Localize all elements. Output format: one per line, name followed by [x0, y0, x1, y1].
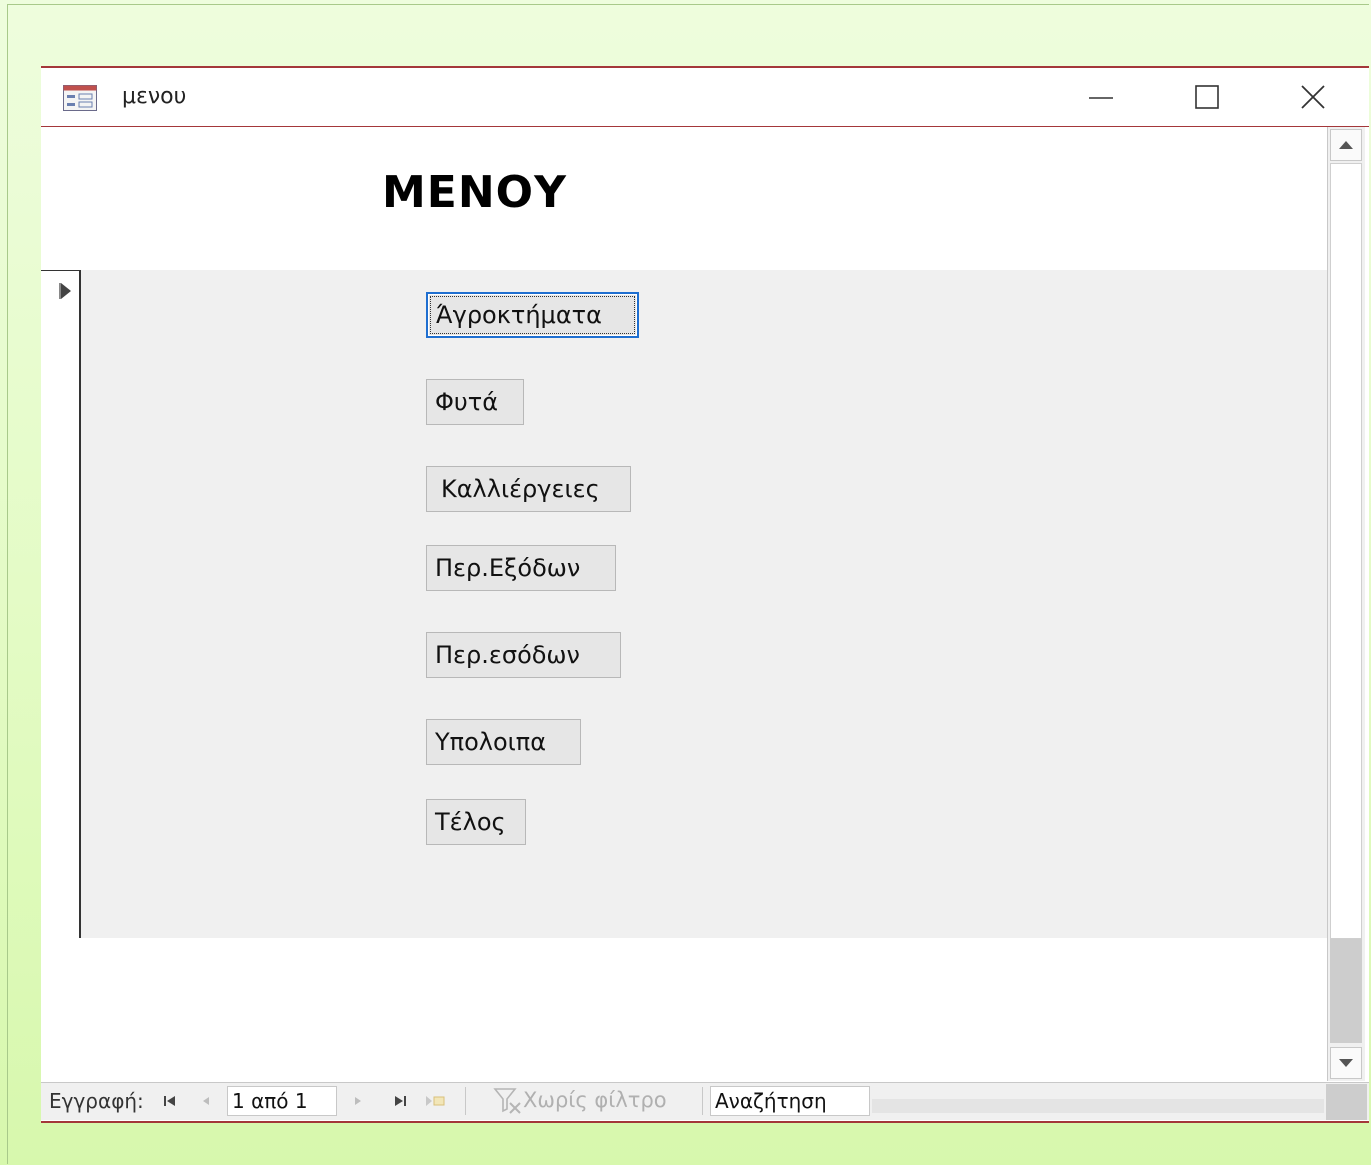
- form-title: ΜΕΝΟΥ: [382, 167, 567, 218]
- current-record-arrow-icon: [61, 283, 71, 299]
- scroll-track-lower[interactable]: [1330, 939, 1362, 1043]
- new-record-button[interactable]: [421, 1087, 451, 1115]
- form-icon: [63, 85, 97, 111]
- record-navigation-bar: Εγγραφή: 1 από 1 Χωρίς φίλτρο Αναζήτηση: [41, 1082, 1369, 1120]
- scroll-down-button[interactable]: [1330, 1047, 1362, 1079]
- minimize-icon: [1089, 97, 1113, 99]
- detail-section: Άγροκτήματα Φυτά Καλλιέργειες Περ.Εξόδων…: [81, 270, 1327, 938]
- close-icon: [1301, 85, 1325, 109]
- scroll-up-icon: [1339, 141, 1353, 149]
- first-record-icon: [164, 1096, 175, 1106]
- previous-record-button[interactable]: [195, 1087, 217, 1115]
- title-bar[interactable]: μενου: [41, 68, 1369, 127]
- button-telos[interactable]: Τέλος: [426, 799, 526, 845]
- maximize-icon: [1195, 85, 1219, 109]
- nav-separator: [465, 1087, 466, 1115]
- no-filter-icon: [493, 1088, 521, 1114]
- button-per-exodon[interactable]: Περ.Εξόδων: [426, 545, 616, 591]
- record-selector[interactable]: [41, 270, 81, 938]
- vertical-scrollbar[interactable]: [1327, 127, 1365, 1081]
- filter-toggle[interactable]: Χωρίς φίλτρο: [493, 1085, 667, 1115]
- first-record-button[interactable]: [159, 1087, 181, 1115]
- form-content: ΜΕΝΟΥ Άγροκτήματα Φυτά Καλλιέργειες Περ.…: [41, 127, 1327, 1081]
- maximize-button[interactable]: [1181, 76, 1233, 118]
- nav-separator: [702, 1087, 703, 1115]
- search-input[interactable]: [710, 1086, 870, 1116]
- next-record-button[interactable]: [347, 1087, 369, 1115]
- last-record-icon: [395, 1096, 406, 1106]
- filter-label: Χωρίς φίλτρο: [523, 1088, 667, 1112]
- window-title: μενου: [122, 84, 187, 109]
- previous-record-icon: [203, 1097, 209, 1105]
- next-record-icon: [355, 1097, 361, 1105]
- button-ypoloipa[interactable]: Υπολοιπα: [426, 719, 581, 765]
- record-label: Εγγραφή:: [49, 1089, 144, 1113]
- scroll-thumb[interactable]: [1330, 163, 1362, 939]
- horizontal-scrollbar[interactable]: [872, 1099, 1324, 1113]
- button-fyta[interactable]: Φυτά: [426, 379, 524, 425]
- button-agroktimata[interactable]: Άγροκτήματα: [426, 292, 639, 338]
- last-record-button[interactable]: [389, 1087, 411, 1115]
- form-window: μενου ΜΕΝΟΥ Άγροκτήματα Φυτά Καλλιέργειε…: [41, 66, 1369, 1123]
- button-per-esodon[interactable]: Περ.εσόδων: [426, 632, 621, 678]
- minimize-button[interactable]: [1075, 76, 1127, 118]
- current-record-field[interactable]: [227, 1086, 337, 1116]
- form-header: ΜΕΝΟΥ: [41, 127, 1327, 270]
- scroll-up-button[interactable]: [1330, 129, 1362, 161]
- new-record-icon: [426, 1096, 445, 1106]
- scrollbar-corner: [1326, 1084, 1367, 1120]
- close-button[interactable]: [1287, 76, 1339, 118]
- scroll-down-icon: [1339, 1059, 1353, 1067]
- button-kalliergeies[interactable]: Καλλιέργειες: [426, 466, 631, 512]
